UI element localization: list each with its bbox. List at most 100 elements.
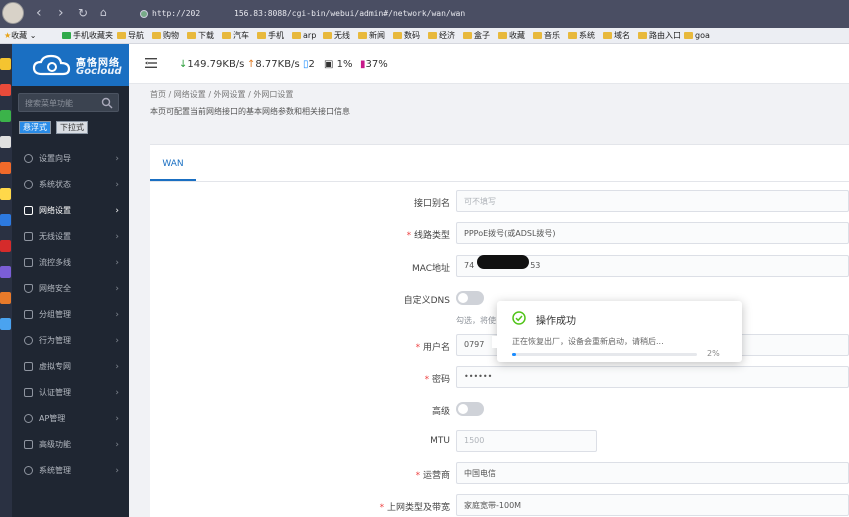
bookmark-item[interactable]: 汽车 [222,30,249,42]
bookmark-item[interactable]: 经济 [428,30,455,42]
bookmark-item[interactable]: 系统 [568,30,595,42]
tab-divider [150,181,849,182]
app-icon[interactable] [0,318,11,330]
user-icon [24,336,33,345]
cpu-icon: ▣ [324,59,334,70]
bookmark-item[interactable]: 无线 [323,30,350,42]
bookmark-item[interactable]: 盒子 [463,30,490,42]
bookmark-item[interactable]: 导航 [117,30,144,42]
folder-icon [62,32,71,39]
password-input[interactable]: •••••• [456,366,849,388]
app-icon[interactable] [0,110,11,122]
chevron-right-icon: › [115,284,119,294]
bandwidth-select[interactable]: 家庭宽带-100M [456,494,849,516]
site-security-icon[interactable] [140,10,148,18]
custom-dns-label: 自定义DNS [403,296,450,306]
custom-dns-toggle[interactable] [456,291,484,305]
bookmark-item[interactable]: goa [684,30,710,42]
upload-speed: ↑8.77KB/s [247,59,300,70]
sidebar-item-ap-management[interactable]: AP管理 › [12,406,129,432]
chevron-right-icon: › [115,258,119,268]
logo[interactable]: 高恪网络 Gocloud [12,44,129,86]
bandwidth-label: * 上网类型及带宽 [379,503,450,513]
app-icon[interactable] [0,58,11,70]
check-circle-icon [512,311,526,325]
chevron-right-icon: › [115,362,119,372]
folder-icon [428,32,437,39]
menu-search-input[interactable]: 搜索菜单功能 [18,93,119,112]
mtu-label: MTU [430,436,450,446]
isp-select[interactable]: 中国电信 [456,462,849,484]
flow-icon [24,258,33,267]
back-icon[interactable]: ‹ [36,4,42,22]
sidebar-item-setup-wizard[interactable]: 设置向导 › [12,146,129,172]
sidebar-item-flow-control[interactable]: 流控多线 › [12,250,129,276]
app-icon[interactable] [0,84,11,96]
mode-float-button[interactable]: 悬浮式 [19,121,51,134]
bookmark-item[interactable]: 购物 [152,30,179,42]
sidebar-item-network-security[interactable]: 网络安全 › [12,276,129,302]
advanced-toggle[interactable] [456,402,484,416]
bookmark-item[interactable]: arp [292,30,316,42]
bookmark-item[interactable]: 新闻 [358,30,385,42]
search-icon[interactable] [101,97,113,109]
bookmark-item[interactable]: 手机收藏夹 [62,30,113,42]
url-bar-part2[interactable]: 156.83:8088/cgi-bin/webui/admin#/network… [234,9,465,18]
app-icon[interactable] [0,214,11,226]
line-type-select[interactable]: PPPoE拨号(或ADSL拨号) [456,222,849,244]
sidebar-item-group-management[interactable]: 分组管理 › [12,302,129,328]
folder-icon [222,32,231,39]
app-icon[interactable] [0,136,11,148]
link-icon [24,362,33,371]
sidebar-item-wireless-settings[interactable]: 无线设置 › [12,224,129,250]
toast-title: 操作成功 [536,316,576,327]
bookmark-item[interactable]: 手机 [257,30,284,42]
bookmark-item[interactable]: 路由入口 [638,30,681,42]
memory-usage: ▮37% [360,59,388,70]
mode-dropdown-button[interactable]: 下拉式 [56,121,88,134]
folder-icon [187,32,196,39]
menu-search-placeholder: 搜索菜单功能 [25,99,73,108]
bookmark-item[interactable]: 数码 [393,30,420,42]
profile-avatar[interactable] [2,2,24,24]
sidebar-item-auth-management[interactable]: 认证管理 › [12,380,129,406]
folder-icon [684,32,693,39]
sidebar-item-system-management[interactable]: 系统管理 › [12,458,129,484]
reload-icon[interactable]: ↻ [78,4,88,22]
chevron-right-icon: › [115,310,119,320]
bookmark-item[interactable]: 收藏 [498,30,525,42]
app-icon[interactable] [0,266,11,278]
gear-icon [24,154,33,163]
bookmark-item[interactable]: 域名 [603,30,630,42]
wifi-icon [24,232,33,241]
sidebar-item-vpn[interactable]: 虚拟专网 › [12,354,129,380]
alias-input[interactable]: 可不填写 [456,190,849,212]
app-icon[interactable] [0,292,11,304]
home-icon[interactable]: ⌂ [100,4,107,22]
sidebar-item-advanced-functions[interactable]: 高级功能 › [12,432,129,458]
forward-icon[interactable]: › [58,4,64,22]
folder-icon [393,32,402,39]
folder-icon [117,32,126,39]
success-toast: 操作成功 正在恢复出厂，设备会重新启动，请稍后... 2% [492,301,742,362]
sidebar-item-behavior-management[interactable]: 行为管理 › [12,328,129,354]
sidebar-item-network-settings[interactable]: 网络设置 › [12,198,129,224]
mtu-input[interactable]: 1500 [456,430,597,452]
cpu-usage: ▣ 1% [324,59,353,70]
url-bar-part1[interactable]: http://202 [152,9,200,18]
app-icon[interactable] [0,162,11,174]
lock-icon [24,388,33,397]
folder-icon [323,32,332,39]
tab-wan[interactable]: WAN [150,147,196,181]
bookmark-item[interactable]: 音乐 [533,30,560,42]
password-label: * 密码 [424,375,450,385]
bookmark-favorites[interactable]: ★收藏 ⌄ [4,30,36,42]
app-icon[interactable] [0,240,11,252]
progress-bar [512,353,697,356]
page-description: 本页可配置当前网络接口的基本网络参数和相关接口信息 [150,107,350,116]
logo-name-en: Gocloud [76,66,122,77]
sidebar-item-system-status[interactable]: 系统状态 › [12,172,129,198]
bookmark-item[interactable]: 下载 [187,30,214,42]
menu-toggle-icon[interactable] [145,58,157,68]
app-icon[interactable] [0,188,11,200]
